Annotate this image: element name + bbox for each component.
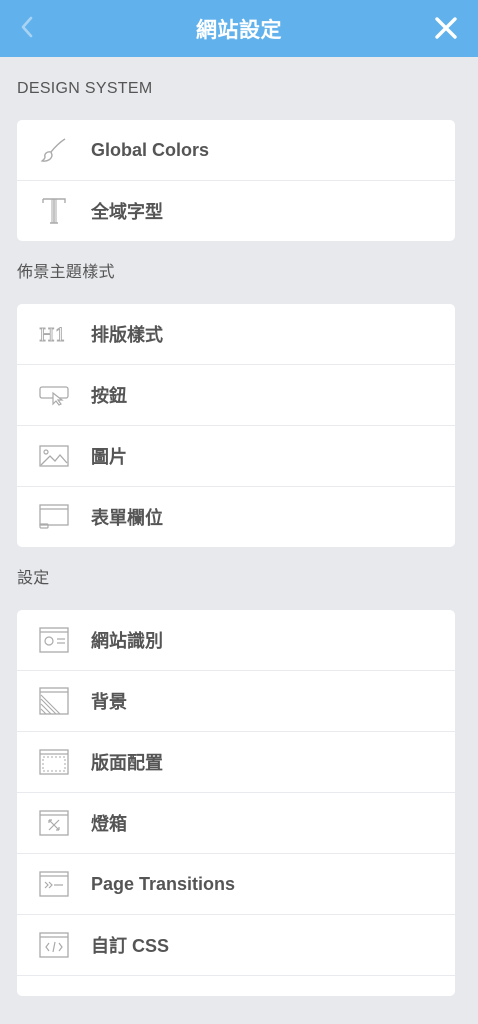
header-bar: 網站設定: [0, 0, 478, 57]
menu-item-form-fields[interactable]: 表單欄位: [17, 487, 455, 547]
menu-item-label: 排版樣式: [91, 325, 163, 345]
typography-icon: [39, 196, 69, 226]
heading-icon: H1: [39, 319, 69, 349]
svg-text:H1: H1: [39, 325, 66, 345]
image-icon: [39, 441, 69, 471]
menu-item-page-transitions[interactable]: Page Transitions: [17, 854, 455, 915]
menu-item-label: 版面配置: [91, 753, 163, 773]
menu-item-label: 自訂 CSS: [91, 936, 170, 956]
menu-item-site-identity[interactable]: 網站識別: [17, 610, 455, 671]
close-icon[interactable]: [430, 12, 462, 44]
section-label-design-system: DESIGN SYSTEM: [17, 80, 153, 97]
menu-item-label: Page Transitions: [91, 873, 236, 894]
lightbox-icon: [39, 808, 69, 838]
form-field-icon: [39, 502, 69, 532]
section-label-theme-styles: 佈景主題樣式: [17, 264, 115, 281]
menu-item-label: 網站識別: [91, 631, 163, 651]
theme-styles-card: H1 排版樣式 按鈕 圖片 表單欄位: [17, 304, 455, 547]
page-title: 網站設定: [196, 18, 282, 42]
menu-item-layout[interactable]: 版面配置: [17, 732, 455, 793]
menu-item-label: 背景: [91, 692, 127, 712]
menu-item-images[interactable]: 圖片: [17, 426, 455, 487]
menu-item-label: 燈箱: [91, 814, 127, 834]
menu-item-label: 全域字型: [91, 202, 163, 222]
custom-css-icon: [39, 930, 69, 960]
section-label-settings: 設定: [17, 570, 50, 587]
background-icon: [39, 686, 69, 716]
layout-icon: [39, 747, 69, 777]
menu-item-buttons[interactable]: 按鈕: [17, 365, 455, 426]
settings-card: 網站識別 背景 版面配置 燈箱 Page Transitions 自訂 CSS: [17, 610, 455, 996]
menu-item-lightbox[interactable]: 燈箱: [17, 793, 455, 854]
page-transitions-icon: [39, 869, 69, 899]
site-identity-icon: [39, 625, 69, 655]
chevron-left-icon[interactable]: [12, 12, 42, 42]
menu-item-global-colors[interactable]: Global Colors: [17, 120, 455, 181]
menu-item-label: Global Colors: [91, 139, 210, 160]
menu-item-custom-css[interactable]: 自訂 CSS: [17, 915, 455, 976]
menu-item-label: 按鈕: [91, 386, 127, 406]
menu-item-global-fonts[interactable]: 全域字型: [17, 181, 455, 241]
menu-item-label: 圖片: [91, 447, 127, 467]
menu-item-label: 表單欄位: [91, 508, 163, 528]
partially-visible-row[interactable]: [17, 976, 455, 996]
design-system-card: Global Colors 全域字型: [17, 120, 455, 241]
brush-icon: [39, 135, 69, 165]
menu-item-background[interactable]: 背景: [17, 671, 455, 732]
menu-item-typography[interactable]: H1 排版樣式: [17, 304, 455, 365]
button-icon: [39, 380, 69, 410]
